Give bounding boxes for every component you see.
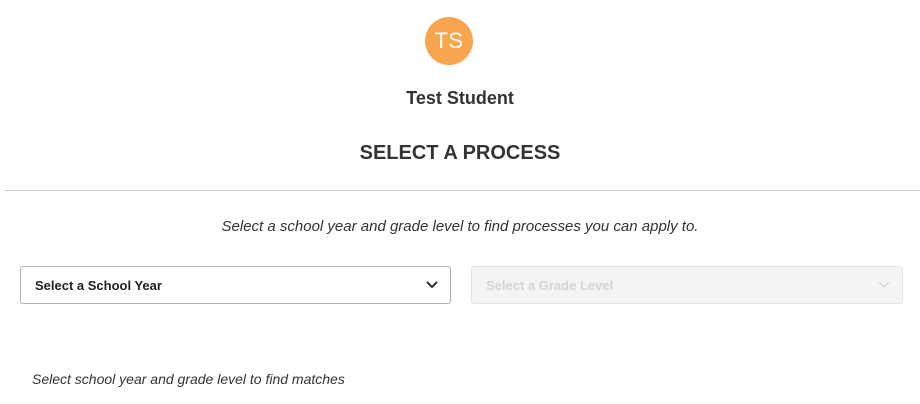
student-name: Test Student <box>406 88 514 108</box>
school-year-select[interactable]: Select a School Year <box>20 266 451 304</box>
matches-empty-message: Select school year and grade level to fi… <box>32 371 345 387</box>
page-title: SELECT A PROCESS <box>359 142 561 164</box>
school-year-select-value: Select a School Year <box>35 277 162 293</box>
avatar-initials: TS <box>434 28 464 53</box>
chevron-down-icon <box>878 281 890 289</box>
grade-level-select-value: Select a Grade Level <box>486 277 614 293</box>
chevron-down-icon <box>426 281 438 289</box>
avatar: TS <box>425 17 473 65</box>
select-process-page: TS Test Student SELECT A PROCESS Select … <box>0 0 920 404</box>
grade-level-select[interactable]: Select a Grade Level <box>471 266 903 304</box>
instruction-text: Select a school year and grade level to … <box>221 218 699 235</box>
divider <box>5 190 920 191</box>
